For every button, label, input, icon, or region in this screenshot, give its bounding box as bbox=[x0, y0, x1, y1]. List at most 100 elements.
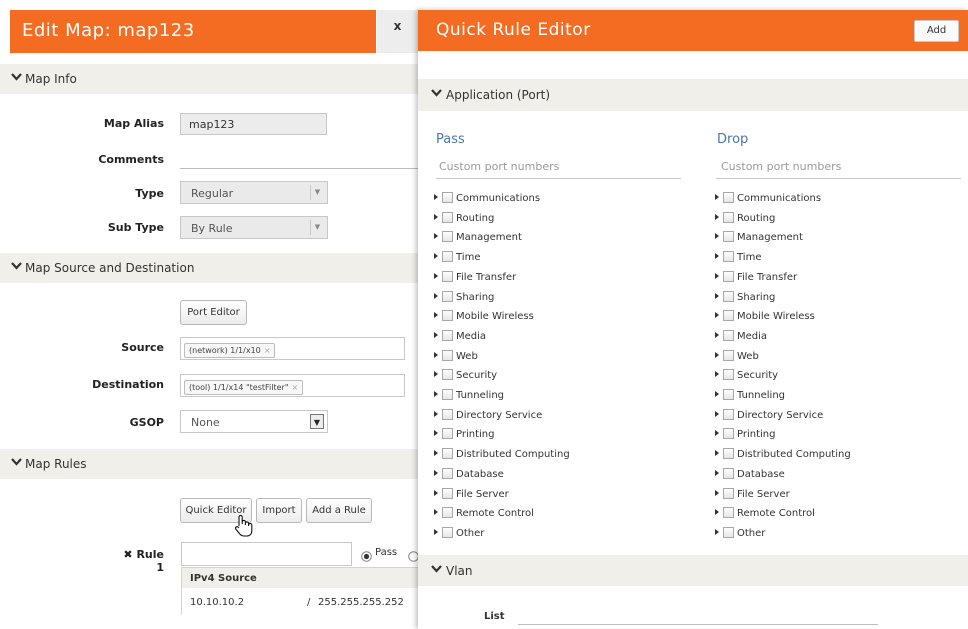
triangle-right-icon[interactable] bbox=[434, 213, 438, 220]
map-alias-input[interactable]: map123 bbox=[180, 113, 327, 135]
triangle-right-icon[interactable] bbox=[715, 489, 719, 496]
drop-category-checkbox[interactable] bbox=[723, 270, 734, 282]
section-vlan[interactable]: Vlan bbox=[418, 555, 968, 586]
drop-category-item[interactable]: File Transfer bbox=[715, 270, 797, 287]
drop-category-item[interactable]: Distributed Computing bbox=[715, 448, 851, 464]
ipv4-address-input[interactable]: 10.10.10.2 bbox=[190, 597, 244, 608]
pass-category-item[interactable]: Communications bbox=[434, 192, 540, 208]
pass-category-checkbox[interactable] bbox=[442, 290, 453, 302]
drop-category-checkbox[interactable] bbox=[723, 211, 734, 223]
pass-category-checkbox[interactable] bbox=[442, 310, 453, 322]
triangle-right-icon[interactable] bbox=[715, 253, 719, 260]
drop-category-item[interactable]: Directory Service bbox=[715, 408, 823, 425]
triangle-right-icon[interactable] bbox=[715, 509, 719, 516]
destination-input[interactable]: (tool) 1/1/x14 "testFilter" × bbox=[180, 374, 405, 397]
pass-category-checkbox[interactable] bbox=[442, 389, 453, 400]
pass-category-item[interactable]: Time bbox=[434, 251, 480, 267]
pass-category-item[interactable]: Web bbox=[434, 349, 478, 366]
triangle-right-icon[interactable] bbox=[715, 469, 719, 476]
drop-category-item[interactable]: Web bbox=[715, 349, 759, 366]
gsop-select[interactable]: None ▼ bbox=[180, 410, 328, 433]
source-input[interactable]: (network) 1/1/x10 × bbox=[180, 337, 405, 360]
triangle-right-icon[interactable] bbox=[434, 509, 438, 516]
pass-category-item[interactable]: Database bbox=[434, 467, 504, 484]
pass-category-item[interactable]: Printing bbox=[434, 428, 494, 444]
drop-category-checkbox[interactable] bbox=[723, 192, 734, 203]
destination-tag[interactable]: (tool) 1/1/x14 "testFilter" × bbox=[184, 380, 304, 395]
pass-category-item[interactable]: File Server bbox=[434, 487, 509, 504]
pass-category-checkbox[interactable] bbox=[442, 467, 453, 479]
port-editor-button[interactable]: Port Editor bbox=[180, 300, 247, 325]
pass-category-checkbox[interactable] bbox=[442, 408, 453, 420]
remove-tag-icon[interactable]: × bbox=[264, 346, 271, 355]
drop-category-item[interactable]: Sharing bbox=[715, 290, 775, 307]
triangle-right-icon[interactable] bbox=[434, 253, 438, 260]
triangle-right-icon[interactable] bbox=[434, 292, 438, 299]
vlan-list-input[interactable] bbox=[518, 624, 878, 625]
triangle-right-icon[interactable] bbox=[434, 391, 438, 397]
triangle-right-icon[interactable] bbox=[715, 292, 719, 299]
drop-category-checkbox[interactable] bbox=[723, 369, 734, 381]
triangle-right-icon[interactable] bbox=[434, 469, 438, 476]
add-button[interactable]: Add bbox=[914, 20, 959, 42]
drop-category-checkbox[interactable] bbox=[723, 408, 734, 420]
close-button[interactable]: x bbox=[377, 10, 418, 53]
triangle-right-icon[interactable] bbox=[434, 194, 438, 200]
drop-category-item[interactable]: File Server bbox=[715, 487, 790, 504]
triangle-right-icon[interactable] bbox=[715, 410, 719, 417]
pass-category-item[interactable]: File Transfer bbox=[434, 270, 516, 287]
drop-category-checkbox[interactable] bbox=[723, 251, 734, 263]
drop-category-item[interactable]: Tunneling bbox=[715, 389, 785, 405]
triangle-right-icon[interactable] bbox=[715, 272, 719, 279]
pass-category-checkbox[interactable] bbox=[442, 231, 453, 243]
pass-category-item[interactable]: Distributed Computing bbox=[434, 448, 570, 464]
radio-pass-icon[interactable] bbox=[361, 547, 372, 566]
pass-category-checkbox[interactable] bbox=[442, 448, 453, 460]
pass-category-item[interactable]: Other bbox=[434, 526, 484, 543]
pass-category-checkbox[interactable] bbox=[442, 192, 453, 203]
drop-category-item[interactable]: Time bbox=[715, 251, 761, 267]
pass-category-checkbox[interactable] bbox=[442, 487, 453, 499]
drop-category-checkbox[interactable] bbox=[723, 467, 734, 479]
ipv4-mask-input[interactable]: 255.255.255.252 bbox=[318, 597, 404, 608]
import-button[interactable]: Import bbox=[256, 498, 302, 523]
radio-drop-icon[interactable] bbox=[408, 547, 418, 566]
pass-category-checkbox[interactable] bbox=[442, 270, 453, 282]
triangle-right-icon[interactable] bbox=[715, 371, 719, 378]
pass-category-item[interactable]: Remote Control bbox=[434, 507, 534, 523]
comments-input[interactable] bbox=[180, 168, 418, 169]
triangle-right-icon[interactable] bbox=[434, 331, 438, 338]
pass-category-item[interactable]: Sharing bbox=[434, 290, 494, 307]
drop-category-checkbox[interactable] bbox=[723, 290, 734, 302]
triangle-right-icon[interactable] bbox=[715, 213, 719, 220]
drop-category-item[interactable]: Database bbox=[715, 467, 785, 484]
triangle-right-icon[interactable] bbox=[434, 410, 438, 417]
drop-category-item[interactable]: Security bbox=[715, 369, 778, 385]
triangle-right-icon[interactable] bbox=[715, 331, 719, 338]
pass-category-checkbox[interactable] bbox=[442, 369, 453, 381]
pass-category-checkbox[interactable] bbox=[442, 211, 453, 223]
triangle-right-icon[interactable] bbox=[434, 272, 438, 279]
drop-category-checkbox[interactable] bbox=[723, 349, 734, 361]
drop-category-checkbox[interactable] bbox=[723, 507, 734, 519]
section-map-rules[interactable]: Map Rules bbox=[0, 449, 418, 479]
drop-category-checkbox[interactable] bbox=[723, 329, 734, 341]
pass-category-item[interactable]: Mobile Wireless bbox=[434, 310, 534, 326]
pass-category-item[interactable]: Media bbox=[434, 329, 486, 346]
triangle-right-icon[interactable] bbox=[434, 371, 438, 378]
triangle-right-icon[interactable] bbox=[715, 312, 719, 319]
pass-category-checkbox[interactable] bbox=[442, 251, 453, 263]
pass-category-item[interactable]: Routing bbox=[434, 211, 494, 228]
triangle-right-icon[interactable] bbox=[715, 351, 719, 358]
triangle-right-icon[interactable] bbox=[434, 430, 438, 437]
drop-category-checkbox[interactable] bbox=[723, 487, 734, 499]
remove-tag-icon[interactable]: × bbox=[292, 383, 299, 392]
triangle-right-icon[interactable] bbox=[434, 351, 438, 358]
pass-category-checkbox[interactable] bbox=[442, 526, 453, 538]
pass-category-item[interactable]: Management bbox=[434, 231, 522, 247]
drop-category-checkbox[interactable] bbox=[723, 448, 734, 460]
drop-category-item[interactable]: Remote Control bbox=[715, 507, 815, 523]
triangle-right-icon[interactable] bbox=[434, 528, 438, 535]
section-map-source-destination[interactable]: Map Source and Destination bbox=[0, 253, 418, 283]
section-map-info[interactable]: Map Info bbox=[0, 64, 418, 94]
